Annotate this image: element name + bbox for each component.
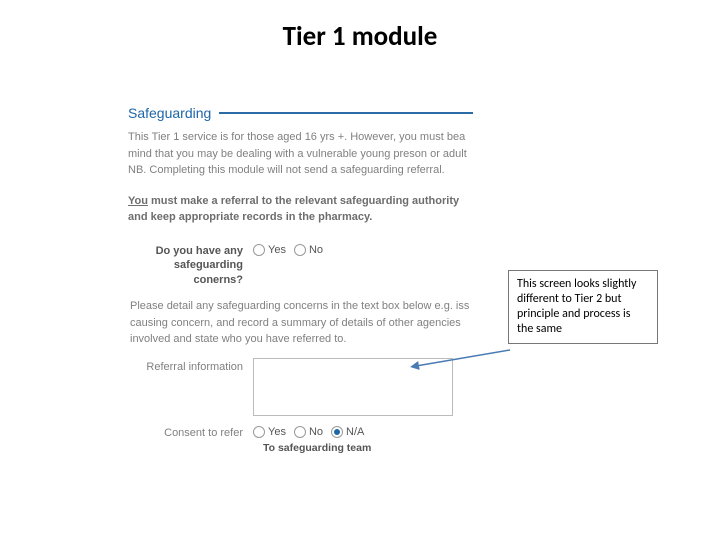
radio-icon [294, 426, 306, 438]
note-underlined: You [128, 195, 148, 207]
question-safeguarding-concerns: Do you have any safeguarding conerns? Ye… [128, 244, 473, 289]
helper-text: Please detail any safeguarding concerns … [128, 298, 473, 348]
form-panel: Safeguarding This Tier 1 service is for … [128, 105, 473, 454]
consent-subnote: To safeguarding team [263, 442, 473, 454]
radio-icon-checked [331, 426, 343, 438]
consent-control: Yes No N/A [253, 426, 473, 438]
radio-label-no: No [309, 244, 323, 256]
consent-radio-na[interactable]: N/A [331, 426, 364, 438]
q1-radio-no[interactable]: No [294, 244, 323, 256]
radio-icon [294, 244, 306, 256]
note-rest-1: must make a referral to the relevant saf… [148, 195, 459, 207]
q1-label: Do you have any safeguarding conerns? [128, 244, 253, 289]
radio-label-na: N/A [346, 426, 364, 438]
intro-line-2: mind that you may be dealing with a vuln… [128, 148, 467, 160]
section-divider [219, 112, 473, 114]
consent-row: Consent to refer Yes No N/A [128, 426, 473, 441]
radio-label-no: No [309, 426, 323, 438]
referral-textarea[interactable] [253, 358, 453, 416]
callout-text: This screen looks slightly different to … [517, 277, 636, 336]
referral-label: Referral information [128, 358, 253, 375]
q1-radio-yes[interactable]: Yes [253, 244, 286, 256]
radio-icon [253, 426, 265, 438]
q1-control: Yes No [253, 244, 473, 256]
note-line-2: and keep appropriate records in the phar… [128, 211, 372, 223]
referral-note: You must make a referral to the relevant… [128, 193, 473, 226]
annotation-callout: This screen looks slightly different to … [508, 270, 658, 344]
section-header: Safeguarding [128, 105, 473, 121]
consent-label: Consent to refer [128, 426, 253, 441]
slide-title: Tier 1 module [0, 20, 720, 53]
intro-line-1: This Tier 1 service is for those aged 16… [128, 131, 465, 143]
intro-line-3: NB. Completing this module will not send… [128, 164, 445, 176]
radio-icon [253, 244, 265, 256]
referral-info-row: Referral information [128, 358, 473, 416]
radio-label-yes: Yes [268, 426, 286, 438]
radio-label-yes: Yes [268, 244, 286, 256]
consent-radio-yes[interactable]: Yes [253, 426, 286, 438]
section-heading: Safeguarding [128, 105, 211, 121]
referral-control [253, 358, 473, 416]
consent-radio-no[interactable]: No [294, 426, 323, 438]
intro-text: This Tier 1 service is for those aged 16… [128, 129, 473, 179]
